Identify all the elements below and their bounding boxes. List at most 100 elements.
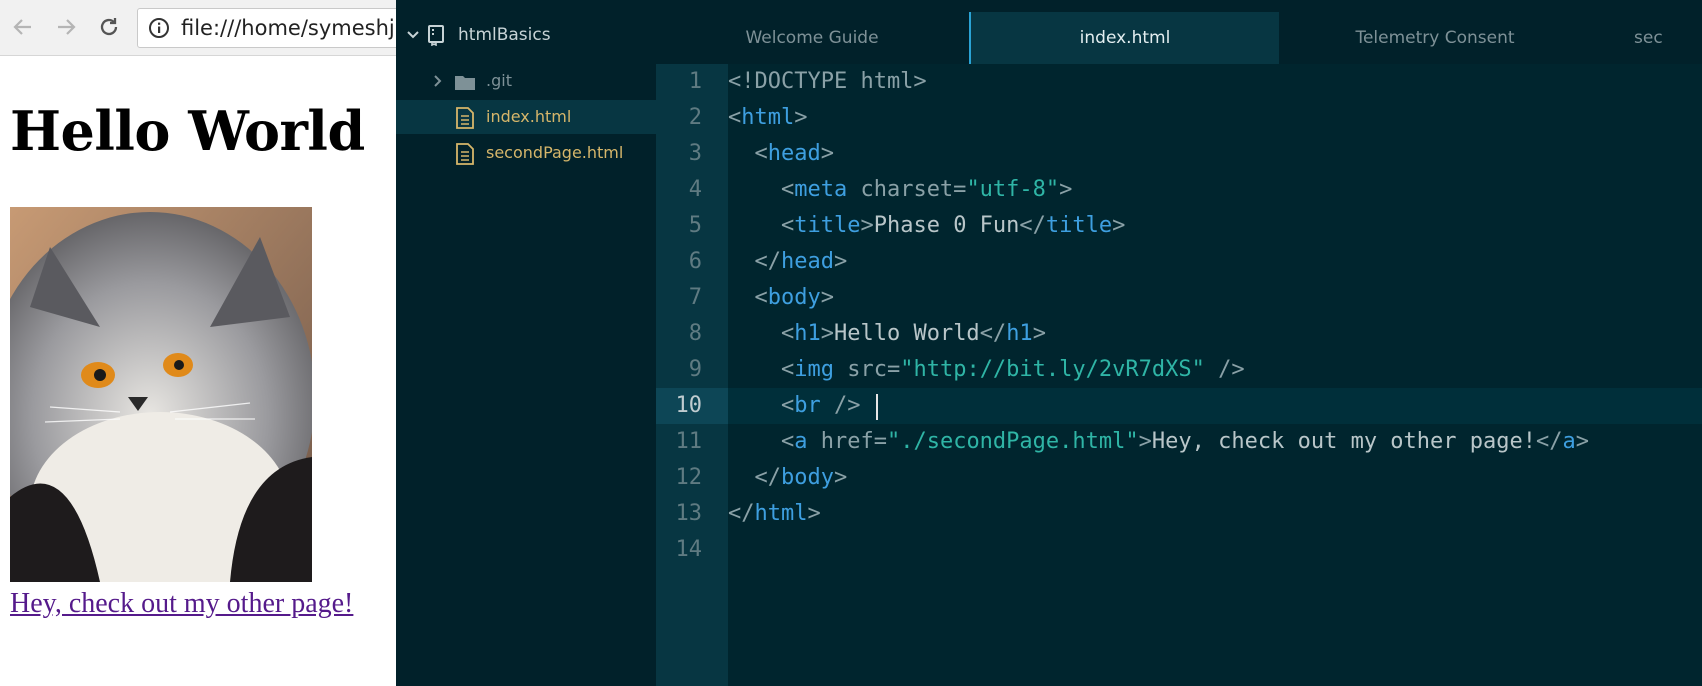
code-token: > (794, 105, 808, 130)
page-heading: Hello World (10, 99, 365, 163)
url-text: file:///home/symeshjb/ (181, 16, 400, 40)
code-token: < (728, 105, 742, 130)
code-token: < (754, 141, 768, 166)
code-line-4: <meta charset="utf-8"> (728, 172, 1072, 208)
browser-toolbar: file:///home/symeshjb/ (0, 0, 400, 56)
chevron-right-icon (434, 75, 442, 87)
code-line-10: <br /> (728, 388, 861, 424)
tab-welcome-guide[interactable]: Welcome Guide (656, 12, 968, 64)
tab-bar: Welcome Guide index.html Telemetry Conse… (656, 0, 1702, 64)
code-token: > (807, 501, 821, 526)
code-token: html (754, 501, 808, 526)
repository-icon (428, 25, 444, 46)
line-number: 12 (675, 465, 703, 490)
code-token: img (794, 357, 834, 382)
tree-item-label: .git (486, 71, 512, 90)
tab-index-html[interactable]: index.html (969, 12, 1279, 64)
code-area[interactable]: <!DOCTYPE html> <html> <head> <meta char… (728, 64, 1702, 686)
line-number: 11 (675, 429, 703, 454)
project-name: htmlBasics (458, 25, 551, 45)
code-token: > (860, 213, 874, 238)
code-token: < (754, 285, 768, 310)
arrow-right-icon (58, 19, 76, 35)
second-page-link[interactable]: Hey, check out my other page! (10, 588, 353, 620)
project-root[interactable]: htmlBasics (396, 18, 656, 52)
code-token: < (780, 357, 795, 382)
code-token: </ (1019, 213, 1046, 238)
code-line-6: </head> (728, 244, 848, 280)
code-line-13: </html> (728, 496, 821, 532)
code-token: body (767, 285, 821, 310)
info-icon[interactable] (148, 17, 170, 39)
line-number: 9 (688, 357, 702, 382)
code-token: < (780, 213, 795, 238)
code-token: > (820, 141, 834, 166)
arrow-left-icon (13, 19, 31, 35)
cat-image (10, 207, 312, 582)
code-token: > (1138, 429, 1152, 454)
code-line-7: <body> (728, 280, 834, 316)
folder-icon (455, 76, 475, 90)
code-token: < (780, 429, 795, 454)
tab-telemetry-consent[interactable]: Telemetry Consent (1280, 12, 1590, 64)
code-line-9: <img src="http://bit.ly/2vR7dXS" /> (728, 352, 1245, 388)
text-cursor (876, 394, 878, 420)
tree-item-second-page-html[interactable]: secondPage.html (396, 136, 656, 170)
code-token: html (741, 105, 795, 130)
code-line-11: <a href="./secondPage.html">Hey, check o… (728, 424, 1589, 460)
code-token: < (780, 393, 795, 418)
code-token: br (794, 393, 821, 418)
code-token: > (1032, 321, 1046, 346)
code-line-3: <head> (728, 136, 834, 172)
code-token: h1 (1006, 321, 1033, 346)
tree-item-index-html[interactable]: index.html (396, 100, 656, 134)
code-token: </ (728, 501, 755, 526)
code-token: href= (807, 429, 887, 454)
address-bar[interactable]: file:///home/symeshjb/ (137, 8, 400, 48)
code-token: "./secondPage.html" (886, 429, 1139, 454)
code-token: "utf-8" (966, 177, 1060, 202)
code-token: </ (754, 249, 782, 274)
file-icon (456, 143, 474, 165)
code-token: > (1059, 177, 1073, 202)
line-number: 4 (688, 177, 702, 202)
line-number: 13 (675, 501, 703, 526)
code-token: head (781, 249, 834, 274)
file-tree-panel: htmlBasics .git index.html secondPage.ht… (396, 0, 656, 686)
tab-second-page[interactable]: sec (1590, 12, 1702, 64)
code-token: Hello World (833, 321, 980, 346)
code-token: </ (979, 321, 1007, 346)
tree-item-git[interactable]: .git (396, 64, 656, 98)
code-token: > (833, 465, 848, 490)
code-line-5: <title>Phase 0 Fun</title> (728, 208, 1125, 244)
file-icon (456, 107, 474, 129)
forward-button[interactable] (49, 10, 83, 44)
code-token: a (1562, 429, 1576, 454)
line-number: 3 (688, 141, 702, 166)
code-token: > (833, 249, 848, 274)
back-button[interactable] (6, 10, 40, 44)
code-token: > (820, 285, 834, 310)
line-number: 6 (688, 249, 702, 274)
line-number: 5 (688, 213, 702, 238)
code-token: < (780, 321, 795, 346)
code-editor-window: htmlBasics .git index.html secondPage.ht… (396, 0, 1702, 686)
code-token: a (794, 429, 808, 454)
tree-item-label: secondPage.html (486, 143, 624, 162)
line-number-active: 10 (675, 393, 703, 418)
code-token: /> (820, 393, 861, 418)
reload-button[interactable] (92, 10, 126, 44)
line-number: 2 (688, 105, 702, 130)
chevron-down-icon (407, 31, 419, 39)
browser-window: file:///home/symeshjb/ Hello World Hey, … (0, 0, 400, 686)
code-token: </ (754, 465, 782, 490)
line-number: 1 (688, 69, 702, 94)
code-token: </ (1536, 429, 1563, 454)
